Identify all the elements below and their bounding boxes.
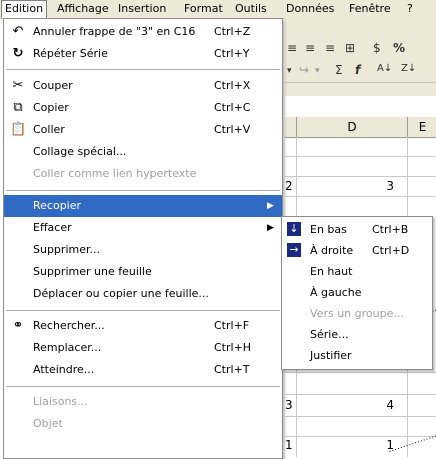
- menu-item-label: Coller: [33, 123, 65, 136]
- menu-item-label: Effacer: [33, 221, 72, 234]
- menu-item-atteindre[interactable]: Atteindre... Ctrl+T: [4, 359, 282, 381]
- annotation-line: [387, 435, 436, 453]
- submenu-item-shortcut: Ctrl+B: [372, 223, 409, 236]
- edition-menu: ↶ Annuler frappe de "3" en C16 Ctrl+Z ↻ …: [3, 18, 283, 459]
- menu-item-label: Remplacer...: [33, 341, 102, 354]
- menu-separator: [6, 69, 280, 70]
- menu-item-recopier[interactable]: Recopier ▶: [4, 195, 282, 217]
- binoculars-icon: ⚭: [12, 318, 24, 333]
- menu-item-label: Annuler frappe de "3" en C16: [33, 25, 196, 38]
- submenu-arrow-icon: ▶: [267, 201, 274, 211]
- menu-item-label: Supprimer une feuille: [33, 265, 152, 278]
- menu-item-label: Rechercher...: [33, 319, 105, 332]
- menu-item-copier[interactable]: ⧉ Copier Ctrl+C: [4, 97, 282, 119]
- menu-item-coller-lien: Coller comme lien hypertexte: [4, 163, 282, 185]
- menu-item-label: Liaisons...: [33, 395, 88, 408]
- menu-item-collage-special[interactable]: Collage spécial...: [4, 141, 282, 163]
- menu-item-label: Recopier: [33, 199, 82, 212]
- menu-item-label: Collage spécial...: [33, 145, 127, 158]
- menu-separator: [6, 386, 280, 387]
- menu-item-shortcut: Ctrl+F: [214, 319, 250, 332]
- menu-separator: [6, 190, 280, 191]
- submenu-item-en-haut[interactable]: En haut: [282, 261, 432, 282]
- fill-right-icon: →: [287, 243, 301, 257]
- undo-icon: ↶: [12, 24, 24, 39]
- submenu-item-label: En bas: [310, 223, 347, 236]
- menu-item-effacer[interactable]: Effacer ▶: [4, 217, 282, 239]
- recopier-submenu: ↓ En bas Ctrl+B → À droite Ctrl+D En hau…: [281, 216, 433, 370]
- submenu-item-label: Vers un groupe...: [310, 307, 404, 320]
- menu-item-couper[interactable]: ✂ Couper Ctrl+X: [4, 75, 282, 97]
- menu-item-shortcut: Ctrl+X: [214, 79, 251, 92]
- scissors-icon: ✂: [12, 78, 24, 93]
- menu-item-shortcut: Ctrl+C: [214, 101, 251, 114]
- menu-item-annuler[interactable]: ↶ Annuler frappe de "3" en C16 Ctrl+Z: [4, 21, 282, 43]
- menu-item-shortcut: Ctrl+H: [214, 341, 252, 354]
- menu-item-shortcut: Ctrl+T: [214, 363, 250, 376]
- menu-item-supprimer[interactable]: Supprimer...: [4, 239, 282, 261]
- submenu-item-label: Série...: [310, 328, 349, 341]
- submenu-item-label: À droite: [310, 244, 354, 257]
- menu-item-rechercher[interactable]: ⚭ Rechercher... Ctrl+F: [4, 315, 282, 337]
- menu-item-liaisons: Liaisons...: [4, 391, 282, 413]
- menu-item-label: Objet: [33, 417, 63, 430]
- submenu-arrow-icon: ▶: [267, 223, 274, 233]
- submenu-item-serie[interactable]: Série...: [282, 324, 432, 345]
- copy-icon: ⧉: [13, 100, 23, 115]
- menu-item-shortcut: Ctrl+V: [214, 123, 251, 136]
- menu-item-label: Copier: [33, 101, 69, 114]
- menu-item-shortcut: Ctrl+Z: [214, 25, 251, 38]
- menu-item-objet: Objet: [4, 413, 282, 435]
- paste-icon: 📋: [10, 122, 27, 137]
- submenu-item-a-gauche[interactable]: À gauche: [282, 282, 432, 303]
- menu-separator: [6, 310, 280, 311]
- menu-item-coller[interactable]: 📋 Coller Ctrl+V: [4, 119, 282, 141]
- fill-down-icon: ↓: [287, 222, 301, 236]
- menu-item-deplacer-copier[interactable]: Déplacer ou copier une feuille...: [4, 283, 282, 305]
- menu-item-label: Atteindre...: [33, 363, 95, 376]
- redo-icon: ↻: [12, 46, 24, 61]
- submenu-item-a-droite[interactable]: → À droite Ctrl+D: [282, 240, 432, 261]
- menu-item-label: Déplacer ou copier une feuille...: [33, 287, 209, 300]
- submenu-item-en-bas[interactable]: ↓ En bas Ctrl+B: [282, 219, 432, 240]
- menu-item-remplacer[interactable]: Remplacer... Ctrl+H: [4, 337, 282, 359]
- menu-item-shortcut: Ctrl+Y: [214, 47, 250, 60]
- submenu-item-shortcut: Ctrl+D: [372, 244, 410, 257]
- submenu-item-label: En haut: [310, 265, 353, 278]
- menu-item-label: Coller comme lien hypertexte: [33, 167, 197, 180]
- submenu-item-label: À gauche: [310, 286, 362, 299]
- submenu-item-justifier[interactable]: Justifier: [282, 345, 432, 366]
- submenu-item-vers-un-groupe: Vers un groupe...: [282, 303, 432, 324]
- submenu-item-label: Justifier: [310, 349, 352, 362]
- menu-item-supprimer-feuille[interactable]: Supprimer une feuille: [4, 261, 282, 283]
- menu-item-label: Supprimer...: [33, 243, 100, 256]
- menu-item-repeter[interactable]: ↻ Répéter Série Ctrl+Y: [4, 43, 282, 65]
- menu-item-label: Répéter Série: [33, 47, 108, 60]
- menu-item-label: Couper: [33, 79, 73, 92]
